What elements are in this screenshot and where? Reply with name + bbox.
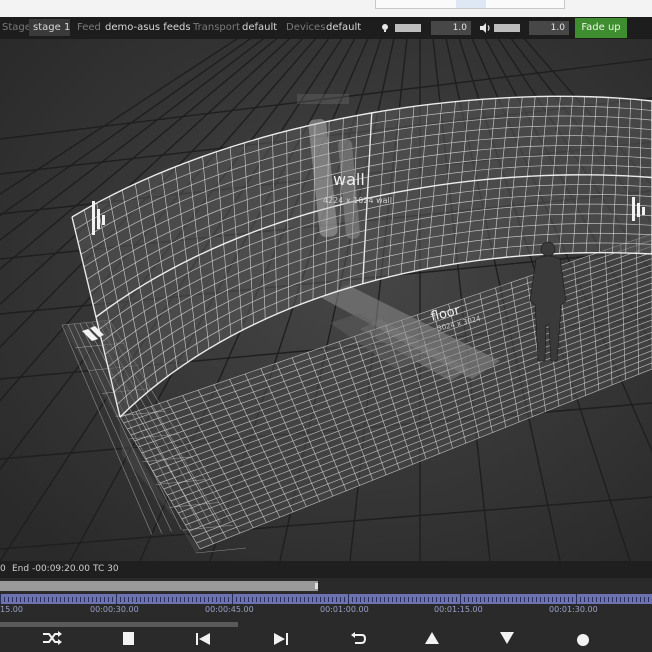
loop-icon [351,632,367,644]
transport-controls [0,631,652,652]
volume-icon [480,23,490,33]
timecode-label: 00:00:30.00 [90,605,139,614]
loop-button[interactable] [343,631,373,652]
record-button[interactable] [568,631,598,652]
timecode-label: 00:01:00.00 [320,605,369,614]
up-button[interactable] [417,631,447,652]
timecode-label: 15.00 [0,605,23,614]
stop-icon [123,632,134,645]
transport-label: Transport [193,22,240,33]
volume-value[interactable]: 1.0 [529,21,569,35]
timeline-scrollbar[interactable] [0,622,238,627]
timeline-panel: 0 End -00:09:20.00 TC 30 15.00 00:00:30.… [0,561,652,652]
scrubber-handle[interactable] [315,583,318,589]
stop-button[interactable] [113,631,143,652]
down-arrow-icon [500,632,514,644]
devices-label: Devices [286,22,326,33]
timecode-label: 00:01:15.00 [434,605,483,614]
tc-rate: TC 30 [93,564,119,574]
shuffle-button[interactable] [37,631,67,652]
skip-back-icon [196,633,210,645]
header-bar: Stage stage 1 Feed demo-asus feeds Trans… [0,17,652,39]
feed-label: Feed [77,22,101,33]
devices-value[interactable]: default [326,17,361,39]
fade-up-button[interactable]: Fade up [575,18,627,38]
brightness-slider[interactable] [395,24,421,32]
up-arrow-icon [425,632,439,644]
feed-value[interactable]: demo-asus feeds [105,17,191,39]
wall-label: wall [333,170,365,189]
skip-forward-button[interactable] [266,631,296,652]
top-strip [0,0,652,17]
skip-forward-icon [274,633,288,645]
record-icon [577,634,589,646]
top-scrollbar[interactable] [375,0,565,9]
shuffle-icon [43,631,62,645]
timecode-label: 00:00:45.00 [205,605,254,614]
volume-slider[interactable] [494,24,520,32]
transport-value[interactable]: default [242,17,277,39]
timecode-label: 00:01:30.00 [549,605,598,614]
ruler-ticks [0,594,649,604]
wall-dims: 4224 x 1024 wall [323,196,392,205]
skip-back-button[interactable] [188,631,218,652]
3d-viewport[interactable]: wall 4224 x 1024 wall floor 3024 x 3024 [0,39,652,561]
stage-value[interactable]: stage 1 [33,17,70,39]
stage-label: Stage [2,22,31,33]
brightness-value[interactable]: 1.0 [431,21,471,35]
down-button[interactable] [492,631,522,652]
brightness-icon [382,24,388,32]
timeline-info-bar: 0 End -00:09:20.00 TC 30 [0,561,652,578]
start-time-fragment: 0 [0,564,6,574]
end-time: End -00:09:20.00 [12,564,90,574]
timeline-scrubber[interactable] [0,581,318,591]
